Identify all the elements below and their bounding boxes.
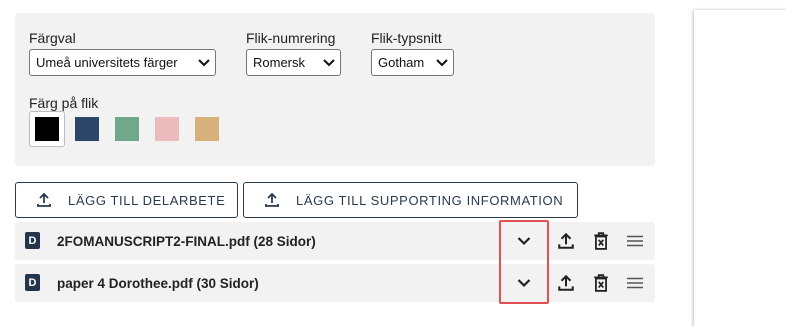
trash-icon [594,232,608,250]
delete-button[interactable] [591,273,611,293]
chevron-down-icon [517,237,531,246]
upload-icon [265,192,279,207]
chevron-down-icon [436,58,448,66]
delete-button[interactable] [591,231,611,251]
tab-color-label: Färg på flik [29,95,99,111]
color-swatch-navy[interactable] [75,117,99,141]
color-choice-label: Färgval [29,30,76,46]
drag-handle-icon [627,235,643,247]
upload-button[interactable] [556,231,576,251]
chevron-down-icon [517,279,531,288]
add-supporting-info-label: LÄGG TILL SUPPORTING INFORMATION [296,192,564,208]
chevron-down-icon [198,58,210,66]
file-name: 2FOMANUSCRIPT2-FINAL.pdf (28 Sidor) [57,233,316,249]
file-name: paper 4 Dorothee.pdf (30 Sidor) [57,275,259,291]
file-row: D paper 4 Dorothee.pdf (30 Sidor) [15,264,655,302]
color-swatch-tan[interactable] [195,117,219,141]
file-row: D 2FOMANUSCRIPT2-FINAL.pdf (28 Sidor) [15,222,655,260]
drag-handle[interactable] [625,273,645,293]
drag-handle[interactable] [625,231,645,251]
color-choice-value: Umeå universitets färger [36,55,178,70]
document-badge-icon: D [25,232,40,249]
drag-handle-icon [627,277,643,289]
add-subwork-label: LÄGG TILL DELARBETE [68,192,226,208]
color-swatch-black[interactable] [35,117,59,141]
upload-button[interactable] [556,273,576,293]
color-swatch-pink[interactable] [155,117,179,141]
tab-font-select[interactable]: Gotham [371,49,454,76]
document-badge-icon: D [25,274,40,291]
tab-numbering-select[interactable]: Romersk [246,49,341,76]
add-subwork-button[interactable]: LÄGG TILL DELARBETE [15,182,238,218]
color-swatch-green[interactable] [115,117,139,141]
upload-icon [37,192,51,207]
trash-icon [594,274,608,292]
chevron-down-icon [323,58,335,66]
upload-icon [558,232,574,249]
tab-font-label: Flik-typsnitt [371,30,442,46]
tab-font-value: Gotham [378,55,425,70]
expand-chevron-button[interactable] [514,273,534,293]
document-preview-pane [694,10,787,327]
expand-chevron-button[interactable] [514,231,534,251]
tab-numbering-value: Romersk [253,55,306,70]
color-choice-select[interactable]: Umeå universitets färger [29,49,216,76]
add-supporting-info-button[interactable]: LÄGG TILL SUPPORTING INFORMATION [243,182,578,218]
upload-icon [558,274,574,291]
tab-numbering-label: Flik-numrering [246,30,336,46]
